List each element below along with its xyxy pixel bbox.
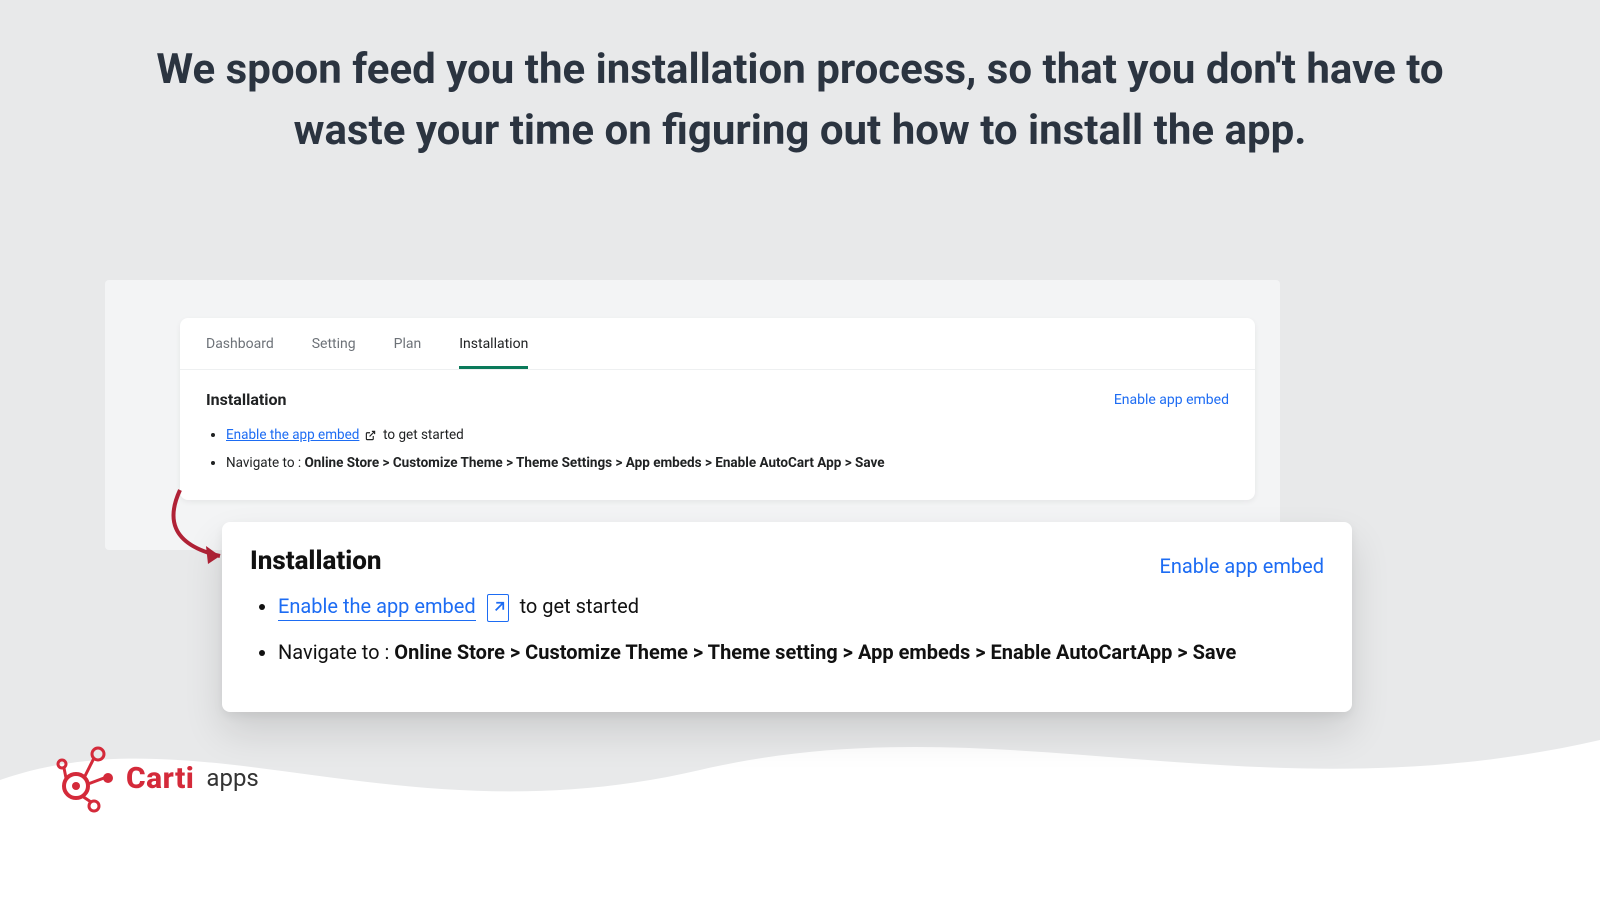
- zoom-enable-app-embed-link[interactable]: Enable app embed: [1159, 554, 1324, 578]
- tab-installation[interactable]: Installation: [459, 336, 528, 369]
- brand-logo: Carti apps: [56, 742, 259, 814]
- instruction-item: Enable the app embed to get started: [226, 423, 1229, 451]
- enable-app-embed-link[interactable]: Enable app embed: [1114, 392, 1229, 408]
- tab-dashboard[interactable]: Dashboard: [206, 336, 274, 369]
- instruction-text: to get started: [383, 427, 464, 443]
- brand-mark-icon: [56, 742, 120, 814]
- brand-suffix: apps: [206, 764, 258, 792]
- enable-embed-inline-link[interactable]: Enable the app embed: [226, 427, 359, 443]
- external-link-icon: [365, 425, 376, 451]
- instruction-text: Navigate to :: [226, 455, 305, 471]
- instruction-item: Navigate to : Online Store > Customize T…: [226, 451, 1229, 477]
- brand-name: Carti: [126, 761, 194, 796]
- external-link-icon: [487, 594, 509, 622]
- tab-setting[interactable]: Setting: [312, 336, 356, 369]
- section-title: Installation: [206, 390, 287, 409]
- zoom-section-title: Installation: [250, 546, 382, 576]
- zoom-instruction-path: Online Store > Customize Theme > Theme s…: [394, 640, 1236, 664]
- zoom-instruction-text: to get started: [520, 594, 640, 618]
- app-card: Dashboard Setting Plan Installation Inst…: [180, 318, 1255, 500]
- instruction-list: Enable the app embed to get started Navi…: [206, 423, 1229, 476]
- instruction-path: Online Store > Customize Theme > Theme S…: [305, 455, 885, 471]
- tabbar: Dashboard Setting Plan Installation: [180, 318, 1255, 370]
- zoom-card: Installation Enable app embed Enable the…: [222, 522, 1352, 712]
- zoom-instruction-list: Enable the app embed to get started Navi…: [250, 594, 1324, 664]
- headline: We spoon feed you the installation proce…: [0, 0, 1600, 162]
- zoom-enable-embed-inline-link[interactable]: Enable the app embed: [278, 594, 476, 621]
- zoom-instruction-item: Enable the app embed to get started: [278, 594, 1324, 622]
- zoom-instruction-text: Navigate to :: [278, 640, 394, 664]
- tab-plan[interactable]: Plan: [394, 336, 422, 369]
- zoom-instruction-item: Navigate to : Online Store > Customize T…: [278, 640, 1324, 664]
